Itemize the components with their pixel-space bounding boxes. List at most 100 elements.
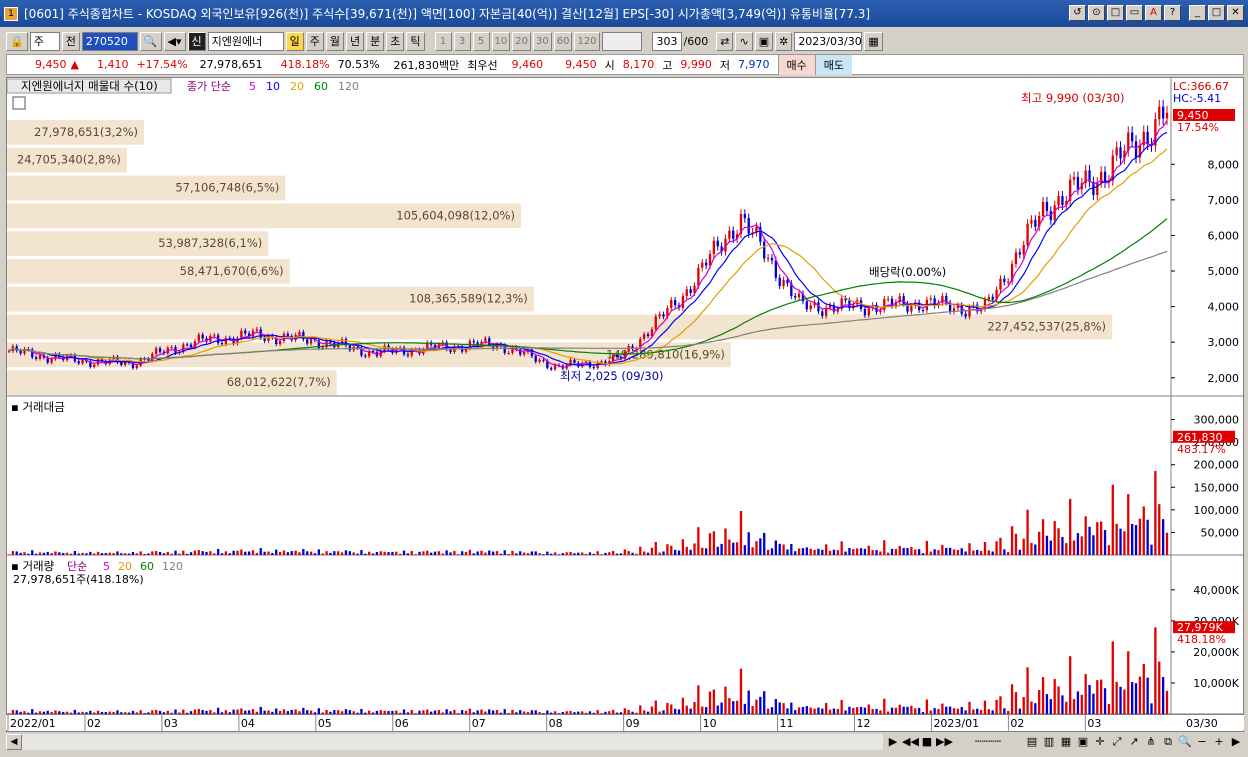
- tab-period-day[interactable]: 일: [285, 31, 304, 51]
- amount-bar: [85, 553, 88, 555]
- price-panel-title: 지엔원에너지 매물대 수(10): [21, 79, 158, 93]
- calendar-icon[interactable]: ▦: [864, 31, 883, 51]
- forward-icon[interactable]: ▶▶: [936, 734, 953, 750]
- minimize-button[interactable]: _: [1189, 5, 1206, 21]
- window-icon[interactable]: □: [1107, 5, 1124, 21]
- sell-button[interactable]: 매도: [814, 54, 853, 75]
- scroll-track[interactable]: [22, 734, 883, 750]
- amount-bar: [27, 553, 30, 555]
- candle-body: [542, 359, 545, 361]
- tab-period-tick[interactable]: 틱: [406, 31, 425, 51]
- period-select[interactable]: 주: [29, 31, 60, 51]
- chart-area[interactable]: 8,000 7,000 6,000 5,000 4,000 3,000 2,000 27,97…: [6, 77, 1244, 732]
- candle-body: [786, 280, 789, 284]
- font-icon[interactable]: A: [1145, 5, 1162, 21]
- minute-60[interactable]: 60: [553, 31, 573, 51]
- crosshair-icon[interactable]: ✛: [1092, 734, 1108, 750]
- amount-bar: [821, 549, 824, 555]
- amount-bar: [511, 550, 514, 555]
- window-icon[interactable]: ▣: [1075, 734, 1091, 750]
- amount-bar: [236, 550, 239, 555]
- candle-body: [929, 298, 932, 300]
- maximize-button[interactable]: □: [1208, 5, 1225, 21]
- date-input[interactable]: 2023/03/30: [794, 31, 863, 51]
- rewind-icon[interactable]: ◀◀: [902, 734, 919, 750]
- ma-legend-period: 20: [290, 80, 304, 93]
- amount-bar: [278, 551, 282, 555]
- grid-icon[interactable]: ▦: [1058, 734, 1074, 750]
- layout-icon[interactable]: ▤: [1024, 734, 1040, 750]
- bottom-scrollbar[interactable]: ◀ ▶ ◀◀ ■ ▶▶ ┄┄┄┄ ▤ ▥ ▦ ▣ ✛ ⤢ ↗ ⋔ ⧉ 🔍 − +…: [6, 733, 1244, 751]
- ma-legend-period: 10: [266, 80, 280, 93]
- amount-bar: [724, 528, 727, 555]
- copy-icon[interactable]: ⧉: [1160, 734, 1176, 750]
- amount-bar: [650, 547, 654, 555]
- minute-10[interactable]: 10: [491, 31, 511, 51]
- amount-bar: [360, 550, 363, 555]
- amount-bar: [608, 552, 611, 555]
- candle-body: [921, 310, 925, 312]
- magnify-icon[interactable]: 🔍: [1177, 734, 1193, 750]
- lock-icon[interactable]: 🔒: [6, 31, 28, 51]
- prev-button[interactable]: 전: [61, 31, 80, 51]
- refresh-icon[interactable]: ↺: [1069, 5, 1086, 21]
- volume-bar: [1119, 686, 1122, 714]
- stop-icon[interactable]: ■: [919, 734, 935, 750]
- custom-period-input[interactable]: [601, 31, 642, 51]
- tab-period-week[interactable]: 주: [305, 31, 324, 51]
- search-icon[interactable]: 🔍: [139, 31, 162, 51]
- zoom-icon[interactable]: ⇄: [716, 31, 734, 51]
- zoom-slider[interactable]: ┄┄┄┄: [953, 734, 1023, 750]
- scroll-left-icon[interactable]: ◀: [6, 734, 22, 750]
- amount-bar: [522, 552, 526, 555]
- tab-period-second[interactable]: 초: [386, 31, 405, 51]
- minute-20[interactable]: 20: [512, 31, 531, 51]
- volume-bar: [666, 702, 669, 714]
- scroll-right-icon[interactable]: ▶: [1228, 734, 1244, 750]
- close-button[interactable]: ✕: [1227, 5, 1244, 21]
- plus-icon[interactable]: +: [1211, 734, 1227, 750]
- count-input[interactable]: 303: [651, 31, 682, 51]
- stock-code-input[interactable]: 270520: [81, 31, 138, 51]
- fan-icon[interactable]: ⋔: [1143, 734, 1159, 750]
- link-icon[interactable]: ⊙: [1088, 5, 1105, 21]
- split-icon[interactable]: ▥: [1041, 734, 1057, 750]
- stock-chart[interactable]: 8,000 7,000 6,000 5,000 4,000 3,000 2,000 27,97…: [7, 78, 1243, 714]
- amount-bar: [728, 539, 731, 555]
- tab-period-year[interactable]: 년: [346, 31, 365, 51]
- amount-bar: [894, 548, 898, 555]
- amount-bar: [917, 549, 921, 555]
- minute-120[interactable]: 120: [574, 31, 600, 51]
- minus-icon[interactable]: −: [1194, 734, 1210, 750]
- trend-icon[interactable]: ↗: [1126, 734, 1142, 750]
- settings-icon[interactable]: ✲: [775, 31, 793, 51]
- play-icon[interactable]: ▶: [885, 734, 901, 750]
- tab-period-month[interactable]: 월: [325, 31, 345, 51]
- amount-bar: [453, 550, 456, 555]
- volume-ma-label: 단순: [67, 560, 87, 573]
- amount-bar: [1053, 521, 1056, 555]
- screen-icon[interactable]: ▭: [1126, 5, 1143, 21]
- minute-3[interactable]: 3: [453, 31, 471, 51]
- ma-legend-period: 60: [314, 80, 328, 93]
- volume-bar: [693, 702, 696, 714]
- price-tick-label: 2,000: [1208, 372, 1240, 385]
- minute-30[interactable]: 30: [532, 31, 552, 51]
- buy-button[interactable]: 매수: [777, 54, 815, 75]
- amount-bar: [1127, 494, 1130, 555]
- amount-bar: [1088, 526, 1091, 555]
- save-icon[interactable]: ▣: [754, 31, 774, 51]
- minute-1[interactable]: 1: [434, 31, 452, 51]
- candle-body: [1022, 244, 1025, 255]
- tab-period-minute[interactable]: 분: [366, 31, 385, 51]
- chart-icon[interactable]: ∿: [735, 31, 753, 51]
- help-icon[interactable]: ?: [1164, 5, 1181, 21]
- amount-bar: [774, 540, 777, 555]
- fullscreen-icon[interactable]: ⤢: [1109, 734, 1125, 750]
- speaker-icon[interactable]: ◀▾: [163, 31, 186, 51]
- candle-body: [794, 296, 797, 298]
- minute-5[interactable]: 5: [472, 31, 490, 51]
- amount-bar: [619, 553, 623, 555]
- candle-body: [1014, 252, 1018, 265]
- amount-bar: [42, 552, 46, 555]
